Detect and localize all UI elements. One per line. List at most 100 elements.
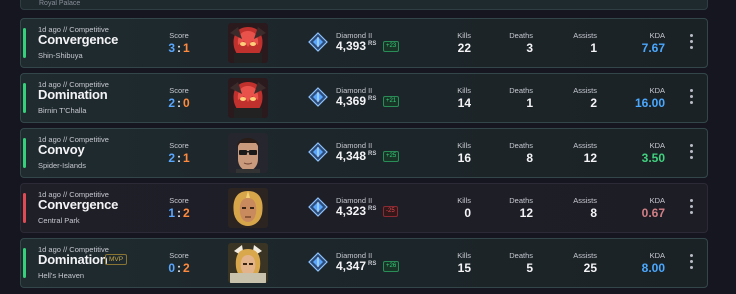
match-map: Birnin T'Challa (38, 106, 87, 115)
enemy-score: 1 (183, 151, 190, 165)
assists-value: 12 (583, 151, 597, 165)
score-label: Score (169, 141, 189, 150)
kills-value: 0 (464, 206, 471, 220)
kills-label: Kills (457, 196, 471, 205)
team-score: 0 (168, 261, 175, 275)
rank-score-unit: RS (368, 151, 377, 157)
game-mode: Convergence (38, 32, 119, 47)
team-score: 2 (168, 151, 175, 165)
mvp-badge: MVP (105, 254, 128, 265)
kda-value: 0.67 (641, 206, 665, 220)
hero-portrait-red-masked (228, 23, 268, 63)
more-options-icon[interactable] (687, 254, 695, 272)
kda-label: KDA (649, 31, 665, 40)
score-separator: : (177, 96, 181, 110)
more-options-icon[interactable] (687, 34, 695, 52)
game-mode: Domination (38, 252, 108, 267)
match-score: 2:1 (159, 151, 199, 165)
assists-value: 1 (590, 41, 597, 55)
kda-label: KDA (649, 251, 665, 260)
kills-label: Kills (457, 251, 471, 260)
score-separator: : (177, 261, 181, 275)
match-row[interactable]: 1d ago // Competitive Convergence Centra… (20, 183, 708, 233)
rank-score: 4,323 (336, 204, 367, 218)
kda-label: KDA (649, 86, 665, 95)
hero-portrait-gold (228, 188, 268, 228)
deaths-label: Deaths (509, 31, 533, 40)
diamond-rank-icon (308, 142, 328, 162)
score-label: Score (169, 31, 189, 40)
match-row-partial[interactable]: Royal Palace (20, 0, 708, 10)
match-row[interactable]: 1d ago // Competitive Domination Birnin … (20, 73, 708, 123)
rank-score: 4,348 (336, 149, 367, 163)
match-score: 3:1 (159, 41, 199, 55)
assists-value: 8 (590, 206, 597, 220)
match-row[interactable]: 1d ago // Competitive Convoy Spider-Isla… (20, 128, 708, 178)
game-mode: Convergence (38, 197, 119, 212)
kills-label: Kills (457, 86, 471, 95)
hero-portrait-gold-helm (228, 243, 268, 283)
match-map: Shin-Shibuya (38, 51, 83, 60)
kills-value: 15 (457, 261, 471, 275)
result-indicator (23, 138, 26, 168)
score-separator: : (177, 206, 181, 220)
rank-delta-badge: +21 (383, 96, 400, 107)
kills-value: 22 (457, 41, 471, 55)
team-score: 2 (168, 96, 175, 110)
kda-label: KDA (649, 196, 665, 205)
match-map: Hell's Heaven (38, 271, 85, 280)
diamond-rank-icon (308, 32, 328, 52)
score-separator: : (177, 41, 181, 55)
assists-label: Assists (573, 31, 597, 40)
diamond-rank-icon (308, 197, 328, 217)
diamond-rank-icon (308, 87, 328, 107)
deaths-value: 3 (526, 41, 533, 55)
assists-value: 2 (590, 96, 597, 110)
deaths-label: Deaths (509, 196, 533, 205)
kda-label: KDA (649, 141, 665, 150)
assists-label: Assists (573, 141, 597, 150)
game-mode: Convoy (38, 142, 85, 157)
rank-score-unit: RS (368, 261, 377, 267)
kills-label: Kills (457, 141, 471, 150)
match-score: 1:2 (159, 206, 199, 220)
rank-score-unit: RS (368, 96, 377, 102)
kda-value: 7.67 (641, 41, 665, 55)
kills-label: Kills (457, 31, 471, 40)
match-score: 2:0 (159, 96, 199, 110)
rank-score: 4,347 (336, 259, 367, 273)
score-separator: : (177, 151, 181, 165)
deaths-label: Deaths (509, 141, 533, 150)
deaths-value: 1 (526, 96, 533, 110)
result-indicator (23, 83, 26, 113)
rank-score-unit: RS (368, 41, 377, 47)
result-indicator (23, 248, 26, 278)
team-score: 1 (168, 206, 175, 220)
kda-value: 3.50 (641, 151, 665, 165)
rank-delta-badge: +23 (383, 41, 400, 52)
diamond-rank-icon (308, 252, 328, 272)
assists-label: Assists (573, 86, 597, 95)
deaths-label: Deaths (509, 251, 533, 260)
more-options-icon[interactable] (687, 144, 695, 162)
match-map: Royal Palace (39, 0, 81, 7)
kills-value: 16 (457, 151, 471, 165)
kda-value: 8.00 (641, 261, 665, 275)
hero-portrait-red-masked (228, 78, 268, 118)
assists-label: Assists (573, 196, 597, 205)
rank-score: 4,369 (336, 94, 367, 108)
team-score: 3 (168, 41, 175, 55)
match-row[interactable]: 1d ago // Competitive Convergence Shin-S… (20, 18, 708, 68)
result-indicator (23, 28, 26, 58)
rank-delta-badge: -25 (383, 206, 398, 217)
enemy-score: 2 (183, 261, 190, 275)
deaths-value: 12 (519, 206, 533, 220)
score-label: Score (169, 86, 189, 95)
deaths-label: Deaths (509, 86, 533, 95)
enemy-score: 0 (183, 96, 190, 110)
assists-value: 25 (583, 261, 597, 275)
result-indicator (23, 193, 26, 223)
match-row[interactable]: 1d ago // Competitive Domination Hell's … (20, 238, 708, 288)
more-options-icon[interactable] (687, 199, 695, 217)
more-options-icon[interactable] (687, 89, 695, 107)
